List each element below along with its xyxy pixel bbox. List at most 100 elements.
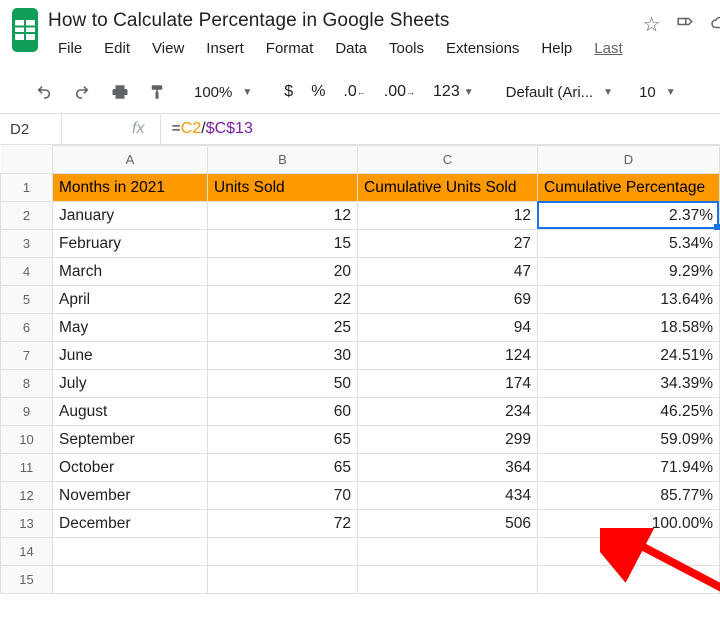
decrease-decimal-button[interactable]: .0← <box>337 79 371 105</box>
cell[interactable]: December <box>53 510 208 538</box>
row-header[interactable]: 10 <box>1 426 53 454</box>
cell[interactable]: 47 <box>358 258 538 286</box>
cell[interactable]: September <box>53 426 208 454</box>
cell[interactable]: July <box>53 370 208 398</box>
cell[interactable]: 72 <box>208 510 358 538</box>
format-currency-button[interactable]: $ <box>278 79 299 105</box>
cell[interactable]: 174 <box>358 370 538 398</box>
cell-a1[interactable]: Months in 2021 <box>53 174 208 202</box>
cell[interactable] <box>208 538 358 566</box>
cell[interactable]: 60 <box>208 398 358 426</box>
redo-button[interactable] <box>66 80 98 104</box>
cell[interactable] <box>358 538 538 566</box>
cell[interactable]: 506 <box>358 510 538 538</box>
cell[interactable]: 13.64% <box>538 286 720 314</box>
cell[interactable]: 12 <box>358 202 538 230</box>
cell[interactable]: October <box>53 454 208 482</box>
row-header[interactable]: 8 <box>1 370 53 398</box>
cell[interactable]: 12 <box>208 202 358 230</box>
doc-title[interactable]: How to Calculate Percentage in Google Sh… <box>48 8 633 36</box>
row-header[interactable]: 15 <box>1 566 53 594</box>
print-button[interactable] <box>104 79 136 105</box>
cell[interactable]: 70 <box>208 482 358 510</box>
cell[interactable]: 25 <box>208 314 358 342</box>
cell[interactable]: June <box>53 342 208 370</box>
font-size-dropdown[interactable]: 10 ▼ <box>639 84 680 101</box>
grid-table[interactable]: A B C D 1 Months in 2021 Units Sold Cumu… <box>0 145 720 594</box>
cell[interactable]: November <box>53 482 208 510</box>
cell[interactable]: 124 <box>358 342 538 370</box>
cell[interactable]: 27 <box>358 230 538 258</box>
row-header[interactable]: 12 <box>1 482 53 510</box>
menu-insert[interactable]: Insert <box>196 36 254 61</box>
cell[interactable]: 5.34% <box>538 230 720 258</box>
cell[interactable]: March <box>53 258 208 286</box>
row-header[interactable]: 11 <box>1 454 53 482</box>
formula-bar[interactable]: =C2/$C$13 <box>160 114 720 144</box>
row-header[interactable]: 3 <box>1 230 53 258</box>
cell[interactable]: 59.09% <box>538 426 720 454</box>
cell-d1[interactable]: Cumulative Percentage <box>538 174 720 202</box>
select-all-corner[interactable] <box>1 146 53 174</box>
row-header[interactable]: 13 <box>1 510 53 538</box>
col-header-a[interactable]: A <box>53 146 208 174</box>
menu-edit[interactable]: Edit <box>94 36 140 61</box>
cell[interactable]: 22 <box>208 286 358 314</box>
cell[interactable]: 24.51% <box>538 342 720 370</box>
zoom-dropdown[interactable]: 100% ▼ <box>194 84 256 101</box>
move-icon[interactable] <box>675 14 695 36</box>
cell[interactable]: 50 <box>208 370 358 398</box>
menu-data[interactable]: Data <box>325 36 377 61</box>
font-family-dropdown[interactable]: Default (Ari... ▼ <box>506 84 617 101</box>
col-header-c[interactable]: C <box>358 146 538 174</box>
row-header[interactable]: 9 <box>1 398 53 426</box>
row-header[interactable]: 1 <box>1 174 53 202</box>
cell-b1[interactable]: Units Sold <box>208 174 358 202</box>
cell-d2-selected[interactable]: 2.37% <box>538 202 720 230</box>
cell[interactable]: 9.29% <box>538 258 720 286</box>
cell[interactable]: 34.39% <box>538 370 720 398</box>
menu-help[interactable]: Help <box>531 36 582 61</box>
cell[interactable]: August <box>53 398 208 426</box>
menu-view[interactable]: View <box>142 36 194 61</box>
cell[interactable]: 65 <box>208 454 358 482</box>
menu-tools[interactable]: Tools <box>379 36 434 61</box>
row-header[interactable]: 4 <box>1 258 53 286</box>
cell[interactable]: 364 <box>358 454 538 482</box>
col-header-b[interactable]: B <box>208 146 358 174</box>
menu-last-edit[interactable]: Last <box>584 36 632 61</box>
row-header[interactable]: 6 <box>1 314 53 342</box>
increase-decimal-button[interactable]: .00→ <box>378 79 421 105</box>
undo-button[interactable] <box>28 80 60 104</box>
cell[interactable]: 18.58% <box>538 314 720 342</box>
menu-file[interactable]: File <box>48 36 92 61</box>
cell[interactable]: 94 <box>358 314 538 342</box>
cell[interactable] <box>538 566 720 594</box>
cell[interactable]: 65 <box>208 426 358 454</box>
cell-c1[interactable]: Cumulative Units Sold <box>358 174 538 202</box>
cell[interactable] <box>53 538 208 566</box>
format-percent-button[interactable]: % <box>305 79 331 105</box>
cell[interactable]: 20 <box>208 258 358 286</box>
cell[interactable] <box>358 566 538 594</box>
cell[interactable]: 15 <box>208 230 358 258</box>
cell[interactable]: 299 <box>358 426 538 454</box>
cell[interactable]: April <box>53 286 208 314</box>
star-icon[interactable]: ☆ <box>643 15 661 35</box>
menu-format[interactable]: Format <box>256 36 324 61</box>
cloud-status-icon[interactable] <box>709 14 720 36</box>
cell[interactable]: February <box>53 230 208 258</box>
cell[interactable] <box>53 566 208 594</box>
row-header[interactable]: 5 <box>1 286 53 314</box>
cell[interactable]: 85.77% <box>538 482 720 510</box>
cell[interactable] <box>538 538 720 566</box>
cell[interactable] <box>208 566 358 594</box>
cell[interactable]: May <box>53 314 208 342</box>
row-header[interactable]: 7 <box>1 342 53 370</box>
cell[interactable]: 71.94% <box>538 454 720 482</box>
cell[interactable]: 30 <box>208 342 358 370</box>
col-header-d[interactable]: D <box>538 146 720 174</box>
menu-extensions[interactable]: Extensions <box>436 36 529 61</box>
name-box[interactable]: D2 <box>0 114 62 144</box>
paint-format-button[interactable] <box>142 79 172 105</box>
